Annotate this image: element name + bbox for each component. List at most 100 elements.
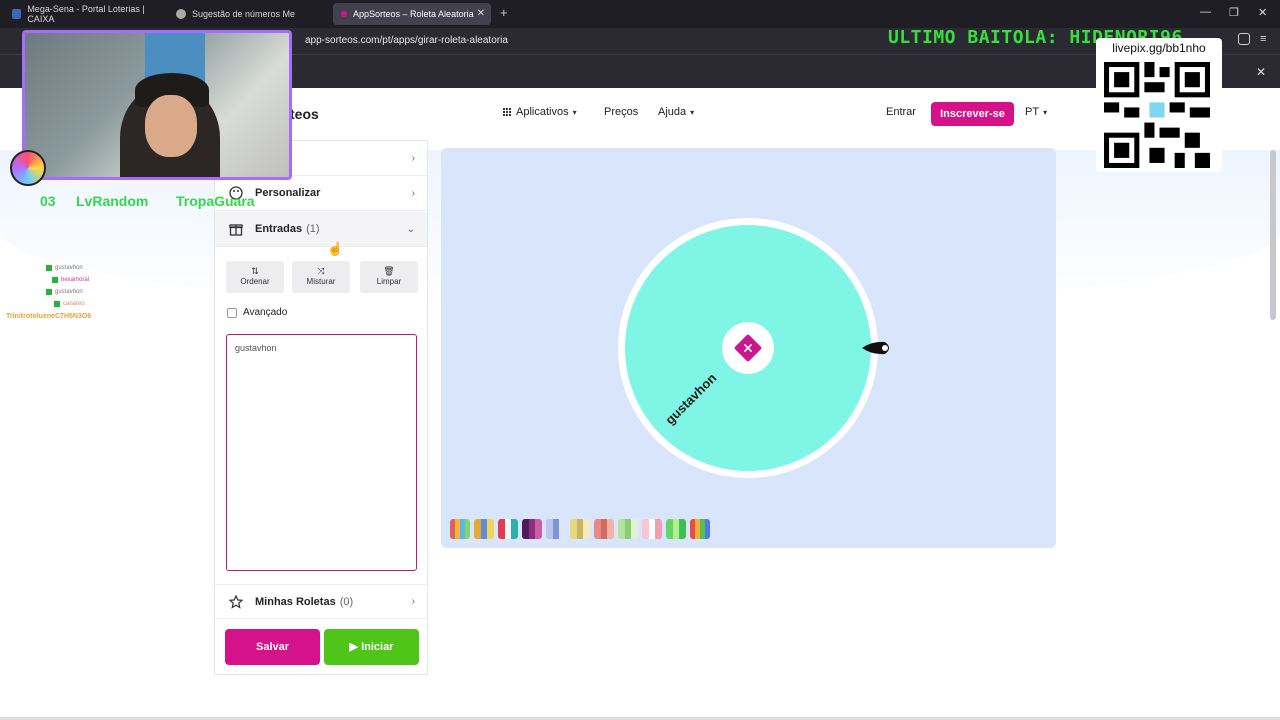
site-logo-text[interactable]: teos <box>290 106 319 122</box>
sort-button[interactable]: ⇅ Ordenar <box>226 261 284 293</box>
palette-swatch[interactable] <box>498 519 518 539</box>
accordion-my-wheels[interactable]: Minhas Roletas (0) › <box>215 584 427 619</box>
browser-tab-suggestion[interactable]: Sugestão de números Me <box>168 3 328 25</box>
entries-title: Entradas (1) <box>255 223 320 235</box>
entries-textarea[interactable]: gustavhon <box>226 334 417 571</box>
clear-button[interactable]: 🗑 Limpar <box>360 261 418 293</box>
chat-user: canareo <box>63 301 85 307</box>
language-label: PT <box>1025 106 1040 118</box>
shuffle-icon: ⤨ <box>317 266 325 276</box>
donation-qr-box: livepix.gg/bb1nho <box>1096 38 1222 172</box>
palette-swatch[interactable] <box>690 519 710 539</box>
page-scrollbar[interactable] <box>1270 150 1276 320</box>
shield-icon[interactable] <box>1238 33 1250 45</box>
nav-prices[interactable]: Preços <box>604 106 638 118</box>
browser-tab-caixa[interactable]: Mega-Sena - Portal Loterias | CAIXA <box>4 3 164 25</box>
chat-badge-icon <box>54 301 60 307</box>
chat-badge-icon <box>46 265 52 271</box>
nav-help-label: Ajuda <box>658 106 687 118</box>
settings-panel: › Personalizar › Entradas (1) ⌄ ⇅ Ordenar… <box>214 140 428 675</box>
chat-line: gustavhon <box>46 289 83 295</box>
accordion-entries[interactable]: Entradas (1) ⌄ <box>215 212 427 247</box>
stream-name-3: TropaGuara <box>176 193 255 209</box>
star-icon <box>229 595 243 609</box>
nav-apps[interactable]: Aplicativos ▾ <box>503 106 577 118</box>
login-link[interactable]: Entrar <box>886 106 916 118</box>
browser-tab-appsorteos[interactable]: AppSorteos – Roleta Aleatoria ✕ <box>333 3 491 25</box>
chat-user: hexamoral <box>61 277 90 283</box>
advanced-label: Avançado <box>243 307 288 318</box>
my-wheels-label: Minhas Roletas <box>255 595 336 608</box>
close-tab-icon[interactable]: ✕ <box>477 8 485 19</box>
advanced-option[interactable]: Avançado <box>227 307 287 318</box>
my-wheels-title: Minhas Roletas (0) <box>255 596 353 608</box>
palette-swatch[interactable] <box>474 519 494 539</box>
gear-favicon-icon <box>176 9 186 19</box>
trash-icon: 🗑 <box>383 266 395 276</box>
chevron-down-icon: ▾ <box>1043 107 1048 117</box>
save-button[interactable]: Salvar <box>225 629 320 665</box>
start-button[interactable]: ▶ Iniciar <box>324 629 419 665</box>
webcam-overlay <box>22 30 292 180</box>
chat-badge-icon <box>52 277 58 283</box>
sort-icon: ⇅ <box>251 266 259 276</box>
chat-badge-icon <box>46 289 52 295</box>
shuffle-button[interactable]: ⤨ Misturar <box>292 261 350 293</box>
hand-cursor-icon: ☝ <box>327 241 344 256</box>
entries-count: (1) <box>306 223 320 235</box>
chevron-down-icon: ▾ <box>572 107 577 117</box>
new-tab-icon[interactable]: + <box>500 5 508 20</box>
palette-swatch[interactable] <box>546 519 566 539</box>
chat-last-user: TrinitrotolueneC7H5N3O6 <box>6 313 92 320</box>
sort-label: Ordenar <box>240 277 270 286</box>
webcam-face <box>145 95 197 157</box>
maximize-icon[interactable]: ❐ <box>1229 6 1239 19</box>
palette-swatch[interactable] <box>570 519 590 539</box>
chat-user: gustavhon <box>55 265 83 271</box>
stream-name-1: 03 <box>40 193 56 209</box>
wheel-canvas[interactable]: gustavhon <box>600 210 910 490</box>
menu-icon[interactable]: ≡ <box>1260 33 1266 45</box>
advanced-checkbox[interactable] <box>227 307 237 318</box>
palette-swatch[interactable] <box>618 519 638 539</box>
chat-user: gustavhon <box>55 289 83 295</box>
chat-line: hexamoral <box>52 277 89 283</box>
my-wheels-count: (0) <box>339 595 354 608</box>
candy-sticker-icon <box>10 150 46 186</box>
stream-name-2: LvRandom <box>76 193 149 209</box>
browser-tab-bar: Mega-Sena - Portal Loterias | CAIXA Suge… <box>0 0 1280 28</box>
gift-icon <box>229 224 243 236</box>
palette-swatch[interactable] <box>450 519 470 539</box>
nav-prices-label: Preços <box>604 106 639 118</box>
palette-swatch[interactable] <box>642 519 662 539</box>
palette-swatch[interactable] <box>522 519 542 539</box>
close-window-icon[interactable]: ✕ <box>1258 6 1267 19</box>
apps-grid-icon <box>503 107 512 117</box>
tab-title: AppSorteos – Roleta Aleatoria <box>353 9 474 19</box>
donation-link: livepix.gg/bb1nho <box>1112 41 1206 55</box>
chevron-down-icon: ▾ <box>690 107 695 117</box>
chat-line: canareo <box>54 301 85 307</box>
appsorteos-favicon-icon <box>341 11 347 17</box>
chevron-right-icon: › <box>411 187 415 199</box>
login-label: Entrar <box>886 106 916 118</box>
entries-label: Entradas <box>255 223 303 235</box>
nav-help[interactable]: Ajuda ▾ <box>658 106 694 118</box>
register-button[interactable]: Inscrever-se <box>931 102 1014 126</box>
chat-line: gustavhon <box>46 265 83 271</box>
language-selector[interactable]: PT ▾ <box>1025 106 1047 118</box>
palette-swatch[interactable] <box>666 519 686 539</box>
chevron-right-icon: › <box>411 152 415 164</box>
customize-label: Personalizar <box>255 187 321 199</box>
palette-swatch[interactable] <box>594 519 614 539</box>
tab-title: Sugestão de números Me <box>192 9 296 19</box>
play-icon: ▶ <box>349 641 358 653</box>
chevron-right-icon: › <box>411 596 415 607</box>
clear-label: Limpar <box>376 277 402 286</box>
qr-code-icon <box>1104 62 1210 168</box>
tab-title: Mega-Sena - Portal Loterias | CAIXA <box>27 4 145 24</box>
minimize-icon[interactable]: — <box>1200 6 1211 18</box>
caixa-favicon-icon <box>12 9 22 19</box>
close-notification-icon[interactable]: ✕ <box>1256 65 1266 79</box>
color-palette-row <box>450 519 710 539</box>
